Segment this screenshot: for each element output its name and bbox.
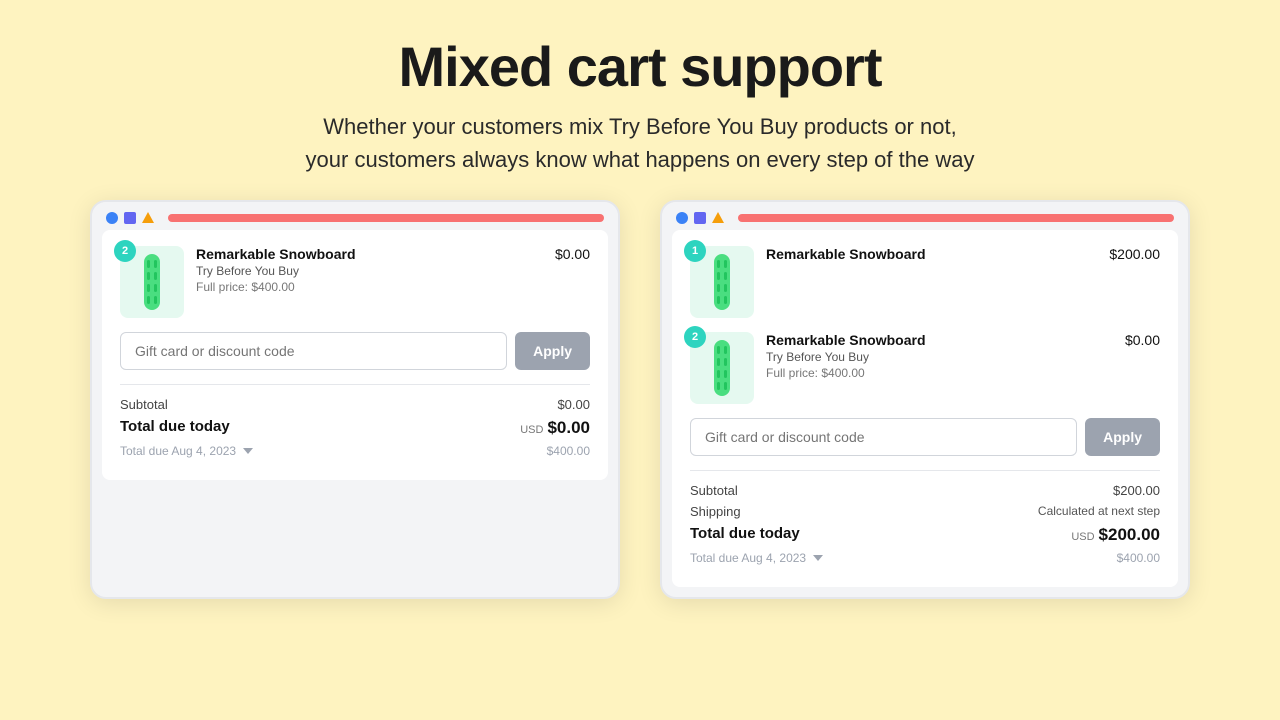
dot-triangle-icon <box>142 212 154 223</box>
hero-subtitle: Whether your customers mix Try Before Yo… <box>306 110 975 176</box>
right-item1-details: Remarkable Snowboard <box>766 246 1099 262</box>
right-item1-price: $200.00 <box>1109 246 1160 262</box>
right-chevron-down-icon <box>813 555 823 561</box>
dot-square-icon <box>124 212 136 224</box>
snowboard-image-icon <box>134 252 170 312</box>
right-dot-square-icon <box>694 212 706 224</box>
left-total-today-value: $0.00 <box>547 418 590 437</box>
right-totals-section: Subtotal $200.00 Shipping Calculated at … <box>690 470 1160 565</box>
left-total-later-row: Total due Aug 4, 2023 $400.00 <box>120 444 590 458</box>
left-item-name: Remarkable Snowboard <box>196 246 545 262</box>
right-discount-input[interactable] <box>690 418 1077 456</box>
right-total-today-label: Total due today <box>690 525 800 545</box>
right-browser-card: 1 <box>660 200 1190 599</box>
right-subtotal-value: $200.00 <box>1113 483 1160 498</box>
right-item2-details: Remarkable Snowboard Try Before You Buy … <box>766 332 1115 380</box>
right-item1-badge: 1 <box>684 240 706 262</box>
left-browser-card: 2 <box>90 200 620 599</box>
left-discount-row: Apply <box>120 332 590 370</box>
right-total-later-row: Total due Aug 4, 2023 $400.00 <box>690 551 1160 565</box>
url-bar <box>168 214 604 222</box>
right-discount-row: Apply <box>690 418 1160 456</box>
right-topbar <box>662 202 1188 230</box>
left-subtotal-value: $0.00 <box>557 397 590 412</box>
right-subtotal-row: Subtotal $200.00 <box>690 483 1160 498</box>
left-total-later-value: $400.00 <box>547 444 590 458</box>
right-shipping-value: Calculated at next step <box>1038 504 1160 519</box>
right-item1-row: Remarkable Snowboard $200.00 <box>766 246 1160 262</box>
left-total-today-amount: USD $0.00 <box>520 418 590 438</box>
right-total-later-value: $400.00 <box>1117 551 1160 565</box>
left-item-tag: Try Before You Buy <box>196 264 545 278</box>
right-total-today-value: $200.00 <box>1099 525 1160 544</box>
left-cart-item: 2 <box>120 246 590 318</box>
left-totals-section: Subtotal $0.00 Total due today USD$0.00 … <box>120 384 590 458</box>
right-snowboard2-image-icon <box>704 338 740 398</box>
left-discount-input[interactable] <box>120 332 507 370</box>
right-shipping-label: Shipping <box>690 504 741 519</box>
right-dot-blue-icon <box>676 212 688 224</box>
right-item2-tag: Try Before You Buy <box>766 350 1115 364</box>
left-total-today-row: Total due today USD $0.00 <box>120 418 590 438</box>
right-total-today-row: Total due today USD $200.00 <box>690 525 1160 545</box>
left-item-price-note: Full price: $400.00 <box>196 280 545 294</box>
left-apply-button[interactable]: Apply <box>515 332 590 370</box>
left-total-today-label: Total due today <box>120 418 230 438</box>
right-cart-item-2: 2 <box>690 332 1160 404</box>
left-item-row: Remarkable Snowboard Try Before You Buy … <box>196 246 590 294</box>
right-item2-image-wrap: 2 <box>690 332 754 404</box>
cards-container: 2 <box>0 200 1280 599</box>
left-topbar <box>92 202 618 230</box>
left-item-price: $0.00 <box>555 246 590 262</box>
right-browser-content: 1 <box>672 230 1178 587</box>
hero-section: Mixed cart support Whether your customer… <box>266 0 1015 200</box>
left-subtotal-row: Subtotal $0.00 <box>120 397 590 412</box>
right-snowboard1-image-icon <box>704 252 740 312</box>
right-item2-name: Remarkable Snowboard <box>766 332 1115 348</box>
left-subtotal-label: Subtotal <box>120 397 168 412</box>
left-total-later-label: Total due Aug 4, 2023 <box>120 444 253 458</box>
left-item-details: Remarkable Snowboard Try Before You Buy … <box>196 246 545 294</box>
chevron-down-icon <box>243 448 253 454</box>
right-item1-name: Remarkable Snowboard <box>766 246 1099 262</box>
right-item2-price-note: Full price: $400.00 <box>766 366 1115 380</box>
left-item-badge: 2 <box>114 240 136 262</box>
right-subtotal-label: Subtotal <box>690 483 738 498</box>
right-total-later-label: Total due Aug 4, 2023 <box>690 551 823 565</box>
right-item1-image-wrap: 1 <box>690 246 754 318</box>
right-apply-button[interactable]: Apply <box>1085 418 1160 456</box>
left-browser-content: 2 <box>102 230 608 480</box>
left-item-image-wrap: 2 <box>120 246 184 318</box>
right-shipping-row: Shipping Calculated at next step <box>690 504 1160 519</box>
right-dot-triangle-icon <box>712 212 724 223</box>
right-cart-item-1: 1 <box>690 246 1160 318</box>
left-usd-badge: USD <box>520 424 543 436</box>
right-usd-badge: USD <box>1071 531 1094 543</box>
dot-blue-icon <box>106 212 118 224</box>
right-item2-badge: 2 <box>684 326 706 348</box>
right-item2-row: Remarkable Snowboard Try Before You Buy … <box>766 332 1160 380</box>
right-total-today-amount: USD $200.00 <box>1071 525 1160 545</box>
hero-title: Mixed cart support <box>306 36 975 98</box>
right-url-bar <box>738 214 1174 222</box>
right-item2-price: $0.00 <box>1125 332 1160 348</box>
